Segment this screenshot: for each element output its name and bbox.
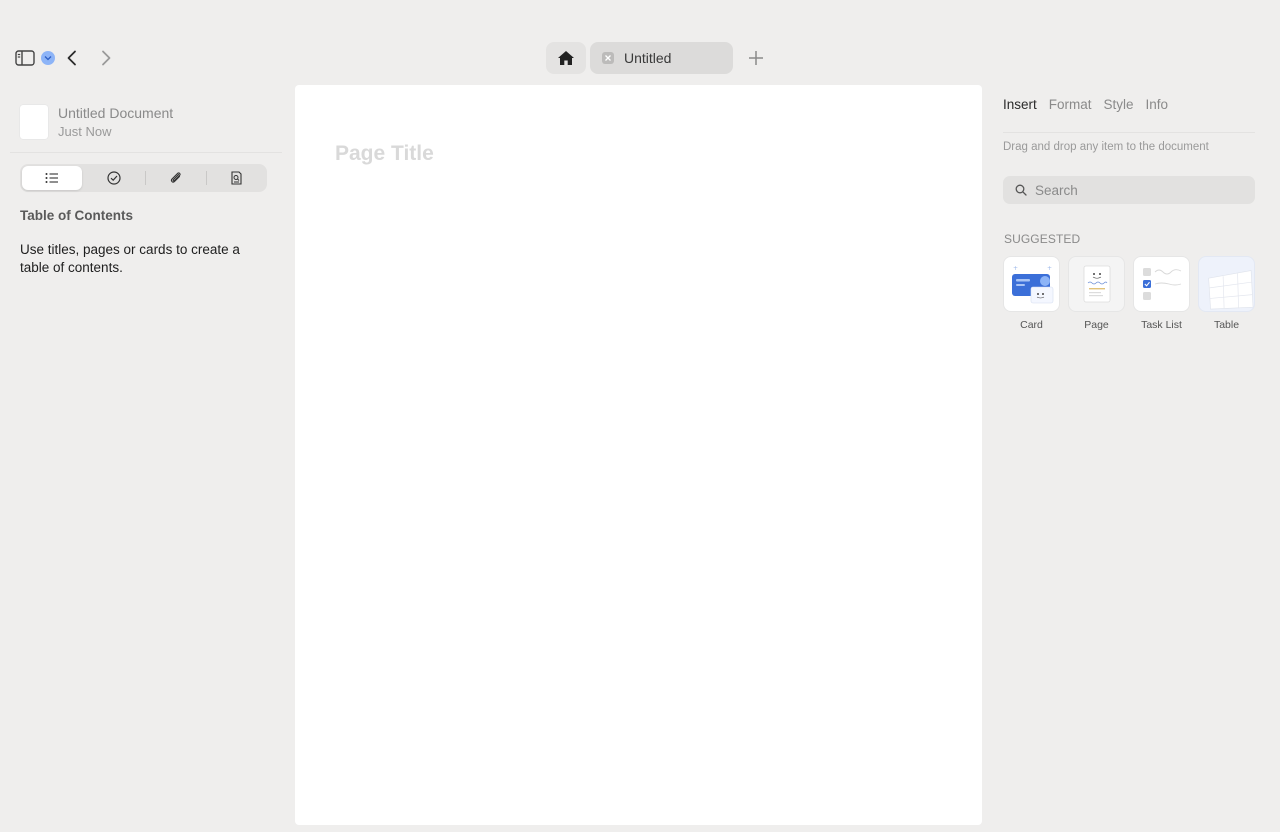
paperclip-icon bbox=[170, 172, 181, 183]
inspector-divider bbox=[1003, 132, 1255, 133]
suggested-label: SUGGESTED bbox=[1004, 232, 1081, 246]
tab-info[interactable]: Info bbox=[1146, 97, 1169, 112]
table-icon bbox=[1208, 270, 1254, 310]
sidebar-segmented-control bbox=[20, 164, 267, 192]
chevron-right-icon bbox=[102, 50, 111, 66]
document-time: Just Now bbox=[58, 124, 112, 139]
insert-search-field[interactable] bbox=[1003, 176, 1255, 204]
tab-format[interactable]: Format bbox=[1049, 97, 1092, 112]
checkmark-circle-icon bbox=[107, 171, 121, 185]
svg-text:+: + bbox=[1013, 265, 1018, 272]
sidebar-icon bbox=[15, 50, 35, 66]
chevron-down-icon bbox=[44, 56, 52, 61]
segment-outline[interactable] bbox=[22, 166, 83, 190]
page-thumbnail bbox=[1068, 256, 1125, 312]
document-thumbnail[interactable] bbox=[20, 105, 48, 139]
tab-style[interactable]: Style bbox=[1104, 97, 1134, 112]
search-input[interactable] bbox=[1035, 182, 1235, 198]
close-tab-button[interactable] bbox=[602, 52, 614, 64]
document-page[interactable] bbox=[295, 85, 982, 825]
tab-insert[interactable]: Insert bbox=[1003, 97, 1037, 112]
home-tab[interactable] bbox=[546, 42, 586, 74]
segment-search[interactable] bbox=[207, 166, 267, 190]
insert-item-label: Task List bbox=[1141, 319, 1182, 331]
new-tab-button[interactable] bbox=[745, 47, 767, 69]
search-icon bbox=[1015, 184, 1027, 196]
document-tab[interactable]: Untitled bbox=[590, 42, 733, 74]
chevron-left-icon bbox=[67, 50, 76, 66]
toc-title: Table of Contents bbox=[20, 208, 133, 223]
sidebar-toggle-button[interactable] bbox=[14, 48, 36, 68]
insert-item-page[interactable]: Page bbox=[1068, 256, 1125, 331]
forward-button[interactable] bbox=[96, 48, 116, 68]
insert-item-label: Page bbox=[1084, 319, 1109, 331]
insert-item-label: Card bbox=[1020, 319, 1043, 331]
document-name: Untitled Document bbox=[58, 105, 174, 121]
status-badge[interactable] bbox=[41, 51, 55, 65]
sidebar-divider bbox=[10, 152, 282, 153]
inspector-tabs: Insert Format Style Info bbox=[1003, 97, 1168, 112]
card-thumbnail: + + bbox=[1003, 256, 1060, 312]
list-icon bbox=[45, 173, 59, 183]
card-icon: + + bbox=[1011, 265, 1053, 304]
table-thumbnail bbox=[1198, 256, 1255, 312]
segment-tasks[interactable] bbox=[84, 166, 144, 190]
plus-icon bbox=[749, 51, 763, 65]
insert-item-card[interactable]: + + Card bbox=[1003, 256, 1060, 331]
svg-text:+: + bbox=[1047, 265, 1052, 272]
task-list-thumbnail bbox=[1133, 256, 1190, 312]
segment-attachments[interactable] bbox=[146, 166, 206, 190]
document-search-icon bbox=[231, 171, 242, 185]
task-list-icon bbox=[1142, 268, 1181, 300]
toc-description: Use titles, pages or cards to create a t… bbox=[20, 242, 240, 275]
close-icon bbox=[605, 55, 611, 61]
insert-item-label: Table bbox=[1213, 319, 1240, 331]
page-title-placeholder[interactable]: Page Title bbox=[335, 142, 434, 166]
home-icon bbox=[558, 51, 574, 65]
insert-hint: Drag and drop any item to the document bbox=[1003, 141, 1209, 153]
insert-item-task-list[interactable]: Task List bbox=[1133, 256, 1190, 331]
document-tab-label: Untitled bbox=[624, 50, 672, 66]
insert-item-table[interactable]: Table bbox=[1198, 256, 1255, 331]
back-button[interactable] bbox=[62, 48, 82, 68]
page-icon bbox=[1083, 265, 1110, 303]
